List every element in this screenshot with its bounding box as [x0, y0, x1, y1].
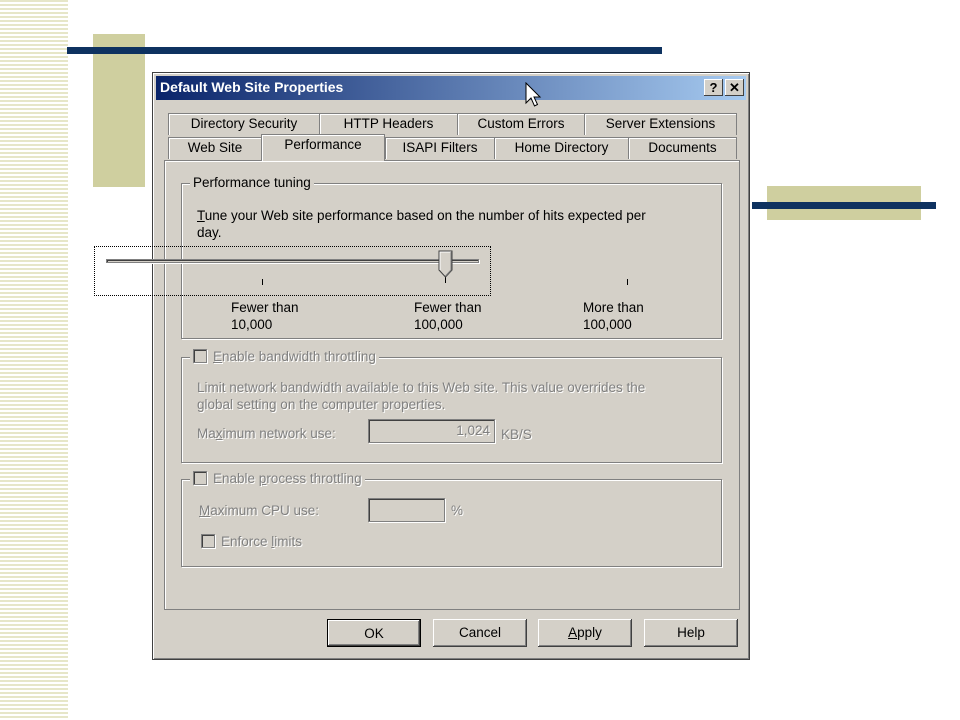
- tab-performance[interactable]: Performance: [261, 134, 385, 161]
- mouse-cursor-icon: [525, 82, 542, 107]
- slider-label-mid: Fewer than 100,000: [414, 300, 482, 332]
- slider-thumb[interactable]: [438, 250, 454, 278]
- tab-custom-errors[interactable]: Custom Errors: [457, 113, 585, 135]
- max-cpu-label: Maximum CPU use:: [199, 503, 320, 518]
- cpu-unit: %: [451, 503, 464, 518]
- tab-web-site[interactable]: Web Site: [168, 137, 262, 159]
- dialog-title: Default Web Site Properties: [160, 79, 344, 95]
- performance-description: Tune your Web site performance based on …: [197, 208, 646, 240]
- slider-label-low: Fewer than 10,000: [231, 300, 299, 332]
- cancel-button[interactable]: Cancel: [433, 619, 527, 647]
- performance-slider[interactable]: [94, 246, 491, 296]
- tab-directory-security[interactable]: Directory Security: [168, 113, 320, 135]
- max-network-input[interactable]: 1,024: [368, 419, 495, 443]
- checkbox-icon[interactable]: [193, 349, 207, 363]
- slide-accent-block: [93, 34, 145, 187]
- tab-home-directory[interactable]: Home Directory: [494, 137, 629, 159]
- slider-tick: [627, 279, 628, 285]
- network-unit: KB/S: [501, 427, 532, 442]
- properties-dialog: Default Web Site Properties ? ✕ Director…: [94, 72, 750, 660]
- tab-isapi-filters[interactable]: ISAPI Filters: [385, 137, 495, 159]
- ok-button[interactable]: OK: [327, 619, 421, 647]
- slider-tick: [262, 279, 263, 285]
- process-throttling-group: Enable process throttling: [181, 471, 722, 567]
- enforce-limits-checkbox[interactable]: Enforce limits: [201, 533, 302, 550]
- slide-accent-line-right: [752, 202, 936, 209]
- bandwidth-description: Limit network bandwidth available to thi…: [197, 380, 646, 412]
- slider-track[interactable]: [106, 259, 479, 263]
- process-checkbox[interactable]: Enable process throttling: [190, 471, 365, 486]
- checkbox-icon[interactable]: [201, 534, 215, 548]
- max-network-label: Maximum network use:: [197, 426, 336, 441]
- help-icon[interactable]: ?: [704, 79, 723, 96]
- tab-server-extensions[interactable]: Server Extensions: [584, 113, 737, 135]
- slider-label-high: More than 100,000: [583, 300, 644, 332]
- bandwidth-checkbox[interactable]: Enable bandwidth throttling: [190, 349, 379, 364]
- help-button[interactable]: Help: [644, 619, 738, 647]
- tab-documents[interactable]: Documents: [628, 137, 737, 159]
- slide-accent-line: [67, 47, 662, 54]
- title-bar[interactable]: Default Web Site Properties ? ✕: [156, 76, 746, 100]
- max-cpu-input[interactable]: [368, 498, 445, 522]
- group-label: Performance tuning: [190, 175, 314, 190]
- tab-http-headers[interactable]: HTTP Headers: [319, 113, 458, 135]
- apply-button[interactable]: Apply: [538, 619, 632, 647]
- slide-stripe-decoration: [0, 0, 68, 720]
- checkbox-icon[interactable]: [193, 471, 207, 485]
- close-icon[interactable]: ✕: [725, 79, 744, 96]
